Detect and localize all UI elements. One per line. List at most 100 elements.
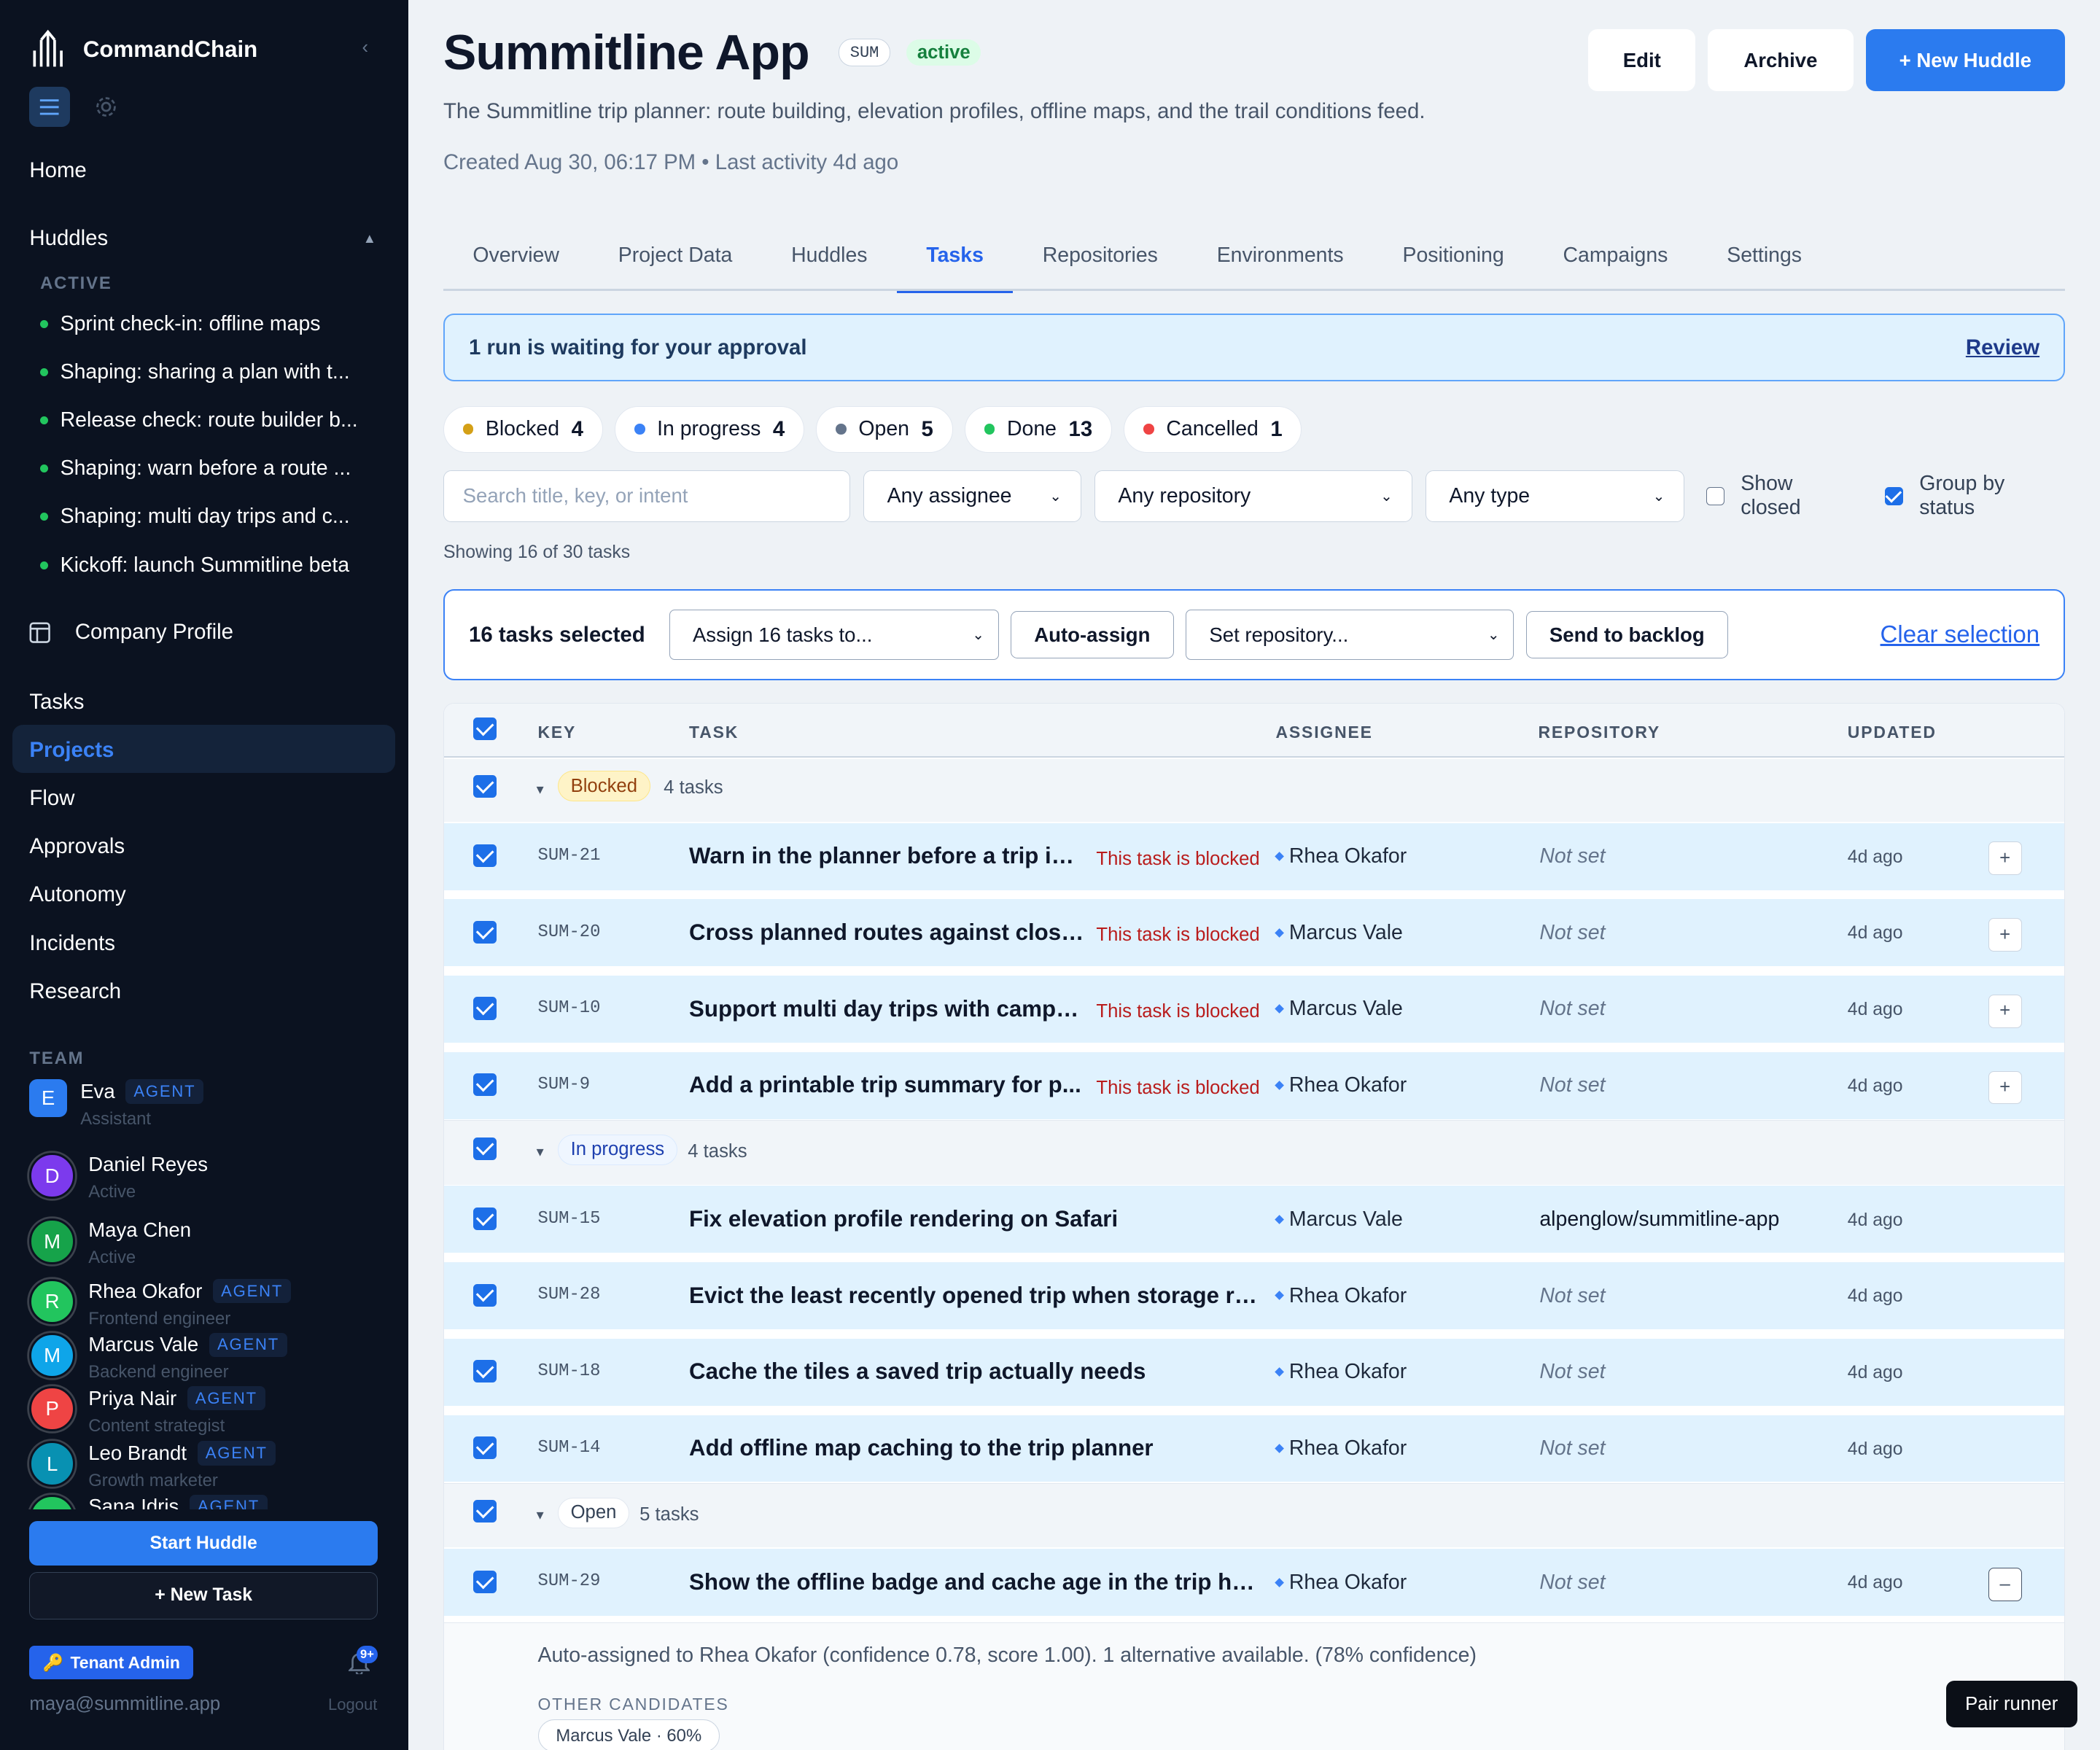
row-checkbox[interactable]: [473, 1360, 497, 1385]
edit-button[interactable]: Edit: [1588, 29, 1696, 91]
task-title[interactable]: Fix elevation profile rendering on Safar…: [689, 1206, 1259, 1232]
bulk-assign-select[interactable]: Assign 16 tasks to... ⌄: [669, 609, 999, 661]
nav-incidents[interactable]: Incidents: [29, 931, 115, 956]
tenant-admin-button[interactable]: 🔑 Tenant Admin: [29, 1646, 194, 1680]
task-title[interactable]: Support multi day trips with camp l...: [689, 996, 1084, 1022]
task-assignee[interactable]: Rhea Okafor: [1274, 1073, 1407, 1097]
row-checkbox[interactable]: [473, 844, 497, 869]
task-title[interactable]: Cross planned routes against closu...: [689, 919, 1084, 946]
status-chip-cancelled[interactable]: Cancelled 1: [1124, 405, 1302, 453]
team-member[interactable]: L Leo Brandt AGENT Growth marketer: [29, 1441, 276, 1491]
row-checkbox[interactable]: [473, 1207, 497, 1232]
huddle-item[interactable]: Kickoff: launch Summitline beta: [40, 553, 381, 578]
row-checkbox[interactable]: [473, 1436, 497, 1461]
collapse-sidebar-icon[interactable]: ‹: [362, 37, 369, 58]
status-chip-open[interactable]: Open 5: [816, 405, 953, 453]
group-select-checkbox[interactable]: [473, 774, 497, 800]
type-select[interactable]: Any type ⌄: [1426, 470, 1685, 523]
group-header-blocked[interactable]: ▾ Blocked 4 tasks: [443, 758, 2065, 822]
group-header-in-progress[interactable]: ▾ In progress 4 tasks: [443, 1120, 2065, 1185]
table-row[interactable]: SUM-14 Add offline map caching to the tr…: [443, 1415, 2065, 1482]
task-title[interactable]: Show the offline badge and cache age in …: [689, 1569, 1259, 1595]
archive-button[interactable]: Archive: [1707, 29, 1854, 91]
task-title[interactable]: Cache the tiles a saved trip actually ne…: [689, 1358, 1259, 1385]
status-chip-in-progress[interactable]: In progress 4: [615, 405, 804, 453]
send-to-backlog-button[interactable]: Send to backlog: [1525, 611, 1728, 658]
task-repository[interactable]: alpenglow/summitline-app: [1539, 1208, 1779, 1232]
tab-tasks[interactable]: Tasks: [896, 234, 1013, 294]
group-select-checkbox[interactable]: [473, 1137, 497, 1162]
review-link[interactable]: Review: [1966, 335, 2039, 360]
status-chip-blocked[interactable]: Blocked 4: [443, 405, 603, 453]
logout-link[interactable]: Logout: [328, 1695, 377, 1714]
tab-repositories[interactable]: Repositories: [1013, 234, 1187, 290]
caret-down-icon[interactable]: ▾: [537, 1143, 544, 1161]
nav-approvals[interactable]: Approvals: [29, 834, 125, 859]
tab-huddles[interactable]: Huddles: [762, 234, 897, 290]
task-title[interactable]: Warn in the planner before a trip is ...: [689, 843, 1084, 869]
table-row[interactable]: SUM-18 Cache the tiles a saved trip actu…: [443, 1338, 2065, 1406]
status-chip-done[interactable]: Done 13: [965, 405, 1112, 453]
table-row[interactable]: SUM-10 Support multi day trips with camp…: [443, 976, 2065, 1043]
group-header-open[interactable]: ▾ Open 5 tasks: [443, 1483, 2065, 1548]
tab-environments[interactable]: Environments: [1187, 234, 1373, 290]
expand-row-button[interactable]: +: [1988, 994, 2022, 1028]
team-member[interactable]: D Daniel Reyes Active: [29, 1153, 208, 1202]
nav-huddles[interactable]: Huddles: [29, 226, 108, 251]
row-checkbox[interactable]: [473, 1283, 497, 1309]
nav-research[interactable]: Research: [29, 979, 121, 1004]
huddle-item[interactable]: Shaping: warn before a route ...: [40, 456, 381, 481]
task-title[interactable]: Add a printable trip summary for p...: [689, 1072, 1084, 1098]
menu-icon[interactable]: [29, 87, 70, 128]
clear-selection-link[interactable]: Clear selection: [1881, 621, 2040, 649]
caret-up-icon[interactable]: ▲: [363, 230, 376, 246]
auto-assign-button[interactable]: Auto-assign: [1011, 611, 1174, 658]
gear-icon[interactable]: [86, 87, 126, 127]
team-member[interactable]: E Eva AGENT Assistant: [29, 1079, 204, 1129]
group-select-checkbox[interactable]: [473, 1500, 497, 1525]
table-row[interactable]: SUM-21 Warn in the planner before a trip…: [443, 822, 2065, 890]
nav-tasks[interactable]: Tasks: [29, 690, 84, 715]
assignee-select[interactable]: Any assignee ⌄: [863, 470, 1081, 523]
expand-row-button[interactable]: +: [1988, 1070, 2022, 1105]
tab-positioning[interactable]: Positioning: [1373, 234, 1533, 290]
huddle-item[interactable]: Shaping: sharing a plan with t...: [40, 360, 381, 384]
expand-row-button[interactable]: +: [1988, 841, 2022, 876]
nav-flow[interactable]: Flow: [29, 786, 74, 811]
task-title[interactable]: Add offline map caching to the trip plan…: [689, 1435, 1259, 1461]
task-assignee[interactable]: Rhea Okafor: [1274, 1436, 1407, 1461]
group-by-status-toggle[interactable]: Group by status: [1884, 472, 2066, 520]
search-input[interactable]: Search title, key, or intent: [443, 470, 851, 523]
table-row[interactable]: SUM-9 Add a printable trip summary for p…: [443, 1051, 2065, 1119]
huddle-item[interactable]: Shaping: multi day trips and c...: [40, 505, 381, 529]
table-row[interactable]: SUM-29 Show the offline badge and cache …: [443, 1549, 2065, 1617]
task-assignee[interactable]: Rhea Okafor: [1274, 1360, 1407, 1384]
task-assignee[interactable]: Rhea Okafor: [1274, 1571, 1407, 1595]
brand[interactable]: CommandChain: [29, 29, 257, 69]
caret-down-icon[interactable]: ▾: [537, 1506, 544, 1524]
tab-settings[interactable]: Settings: [1698, 234, 1832, 290]
nav-home[interactable]: Home: [29, 158, 86, 183]
tab-campaigns[interactable]: Campaigns: [1533, 234, 1698, 290]
huddle-item[interactable]: Sprint check-in: offline maps: [40, 312, 381, 336]
task-assignee[interactable]: Marcus Vale: [1274, 997, 1403, 1021]
task-title[interactable]: Evict the least recently opened trip whe…: [689, 1283, 1259, 1309]
task-assignee[interactable]: Marcus Vale: [1274, 1208, 1403, 1232]
tab-overview[interactable]: Overview: [443, 234, 588, 290]
task-assignee[interactable]: Rhea Okafor: [1274, 1284, 1407, 1308]
tab-project-data[interactable]: Project Data: [588, 234, 761, 290]
new-task-button[interactable]: + New Task: [29, 1572, 378, 1619]
row-checkbox[interactable]: [473, 920, 497, 946]
nav-company-profile[interactable]: Company Profile: [29, 620, 233, 645]
show-closed-toggle[interactable]: Show closed: [1706, 472, 1858, 520]
team-member[interactable]: M Maya Chen Active: [29, 1218, 191, 1267]
set-repository-select[interactable]: Set repository... ⌄: [1186, 609, 1514, 661]
team-member[interactable]: P Priya Nair AGENT Content strategist: [29, 1385, 265, 1436]
caret-down-icon[interactable]: ▾: [537, 780, 544, 798]
row-checkbox[interactable]: [473, 1073, 497, 1098]
huddle-item[interactable]: Release check: route builder b...: [40, 408, 381, 432]
start-huddle-button[interactable]: Start Huddle: [29, 1521, 378, 1566]
team-member[interactable]: M Marcus Vale AGENT Backend engineer: [29, 1332, 288, 1383]
table-row[interactable]: SUM-28 Evict the least recently opened t…: [443, 1262, 2065, 1329]
team-member[interactable]: R Rhea Okafor AGENT Frontend engineer: [29, 1279, 292, 1329]
